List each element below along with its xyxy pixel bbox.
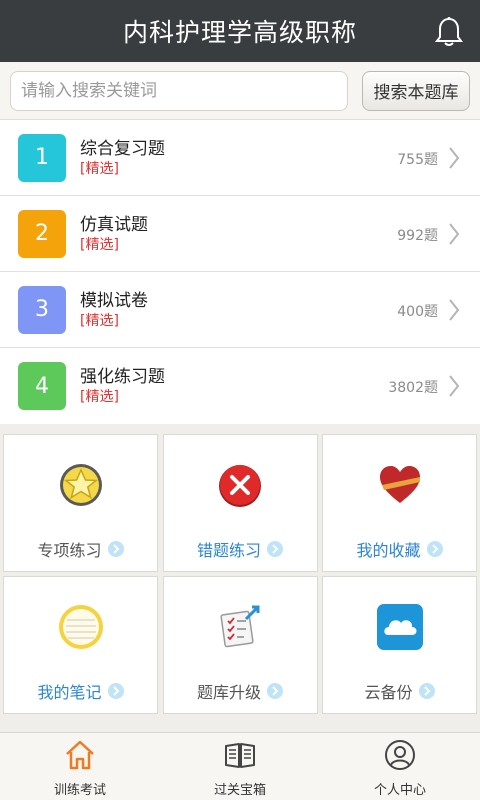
tile-label: 专项练习 [37, 541, 102, 560]
chevron-right-icon [449, 375, 460, 397]
app-header: 内科护理学高级职称 [0, 0, 480, 62]
tab-label: 个人中心 [373, 783, 426, 798]
chevron-right-icon [449, 299, 460, 321]
tab-label: 训练考试 [53, 783, 106, 798]
question-count: 3802题 [388, 380, 438, 396]
search-bar: 搜索本题库 [0, 62, 480, 120]
tab-personal-center[interactable]: 个人中心 [320, 733, 480, 800]
heart-icon [379, 466, 420, 503]
search-button[interactable]: 搜索本题库 [362, 70, 470, 111]
tile-wrong-questions[interactable]: 错题练习 [162, 434, 318, 572]
item-title: 模拟试卷 [80, 290, 148, 311]
search-input[interactable] [10, 70, 348, 111]
bottom-tab-bar: 训练考试 过关宝箱 个人中心 [0, 732, 480, 800]
arrow-circle-icon [107, 683, 124, 699]
list-item-intensive[interactable]: 4 强化练习题 [精选] 3802题 [0, 348, 480, 424]
star-badge-icon [59, 464, 102, 506]
book-icon [225, 743, 255, 768]
chevron-right-icon [449, 223, 460, 245]
question-count: 992题 [397, 228, 438, 244]
bell-icon[interactable] [434, 16, 464, 48]
tab-treasure-box[interactable]: 过关宝箱 [160, 733, 320, 800]
number-badge: 3 [18, 285, 66, 334]
question-count: 755题 [397, 152, 438, 168]
tile-label: 我的收藏 [356, 541, 421, 560]
question-bank-list: 1 综合复习题 [精选] 755题 2 仿真试题 [精选] 992题 3 模拟试… [0, 120, 480, 424]
tile-bank-upgrade[interactable]: 题库升级 [162, 576, 318, 714]
tile-my-notes[interactable]: 我的笔记 [3, 576, 158, 714]
red-x-icon [219, 465, 261, 507]
arrow-circle-icon [267, 541, 283, 557]
tile-my-favorites[interactable]: 我的收藏 [322, 434, 477, 572]
featured-tag: [精选] [80, 160, 119, 177]
featured-tag: [精选] [80, 312, 119, 329]
arrow-circle-icon [418, 683, 435, 699]
item-title: 综合复习题 [80, 138, 165, 159]
list-item-mock-exam[interactable]: 3 模拟试卷 [精选] 400题 [0, 272, 480, 348]
checklist-upgrade-icon [220, 605, 260, 648]
featured-tag: [精选] [80, 389, 119, 405]
arrow-circle-icon [426, 541, 443, 557]
tab-training-exam[interactable]: 训练考试 [0, 733, 160, 800]
number-badge: 4 [18, 362, 66, 410]
tab-label: 过关宝箱 [213, 783, 266, 798]
tile-label: 题库升级 [196, 683, 261, 702]
list-item-simulation[interactable]: 2 仿真试题 [精选] 992题 [0, 196, 480, 272]
user-icon [385, 740, 415, 770]
tile-special-practice[interactable]: 专项练习 [3, 434, 158, 572]
question-count: 400题 [397, 304, 438, 320]
list-item-comprehensive[interactable]: 1 综合复习题 [精选] 755题 [0, 120, 480, 196]
arrow-circle-icon [267, 683, 283, 699]
number-badge: 1 [18, 133, 66, 182]
chevron-right-icon [449, 147, 460, 169]
tile-label: 云备份 [364, 683, 413, 702]
arrow-circle-icon [107, 541, 124, 557]
tile-cloud-backup[interactable]: 云备份 [322, 576, 477, 714]
tile-label: 我的笔记 [37, 683, 102, 702]
notepad-icon [58, 605, 103, 649]
tile-label: 错题练习 [196, 541, 261, 560]
number-badge: 2 [18, 209, 66, 258]
featured-tag: [精选] [80, 236, 119, 253]
item-title: 仿真试题 [80, 214, 148, 235]
home-icon [66, 740, 94, 770]
feature-grid: 专项练习 错题练习 我的收藏 我的笔记 题库升级 云备份 [3, 434, 477, 714]
page-title: 内科护理学高级职称 [122, 18, 357, 47]
item-title: 强化练习题 [80, 367, 165, 387]
cloud-icon [376, 604, 423, 650]
